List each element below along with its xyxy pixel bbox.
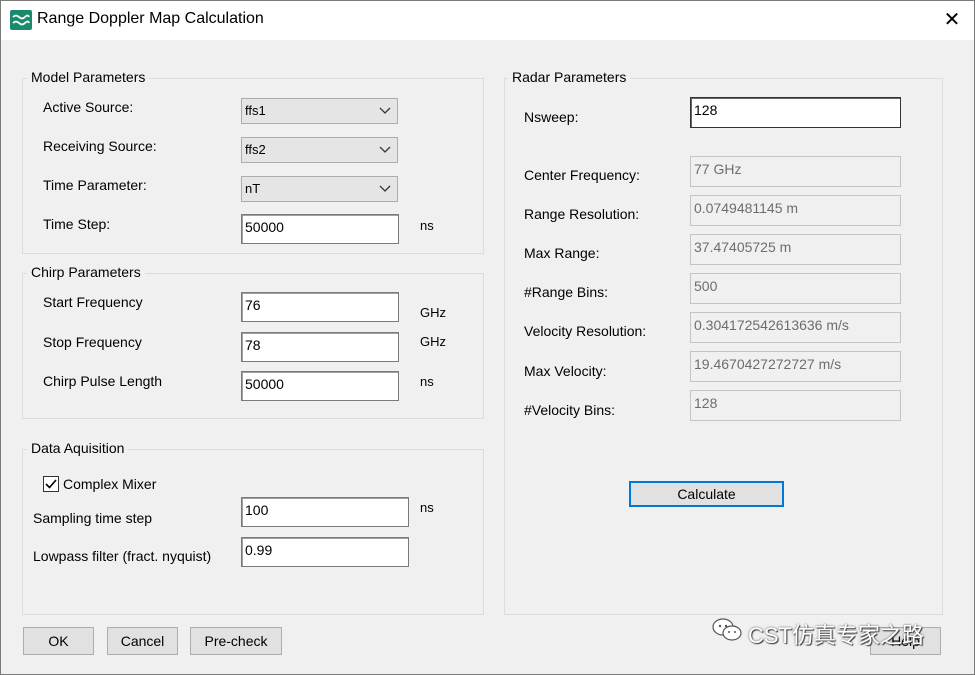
- data-acquisition-group: [22, 449, 484, 615]
- time-parameter-select[interactable]: nT: [241, 176, 398, 202]
- complex-mixer-checkbox[interactable]: [43, 476, 59, 492]
- model-parameters-title: Model Parameters: [27, 69, 150, 85]
- chevron-down-icon: [379, 99, 391, 131]
- chirp-pulse-length-unit: ns: [420, 374, 434, 389]
- max-range-field: 37.47405725 m: [690, 234, 901, 265]
- complex-mixer-label: Complex Mixer: [63, 476, 157, 492]
- max-velocity-field: 19.4670427272727 m/s: [690, 351, 901, 382]
- range-resolution-field: 0.0749481145 m: [690, 195, 901, 226]
- active-source-value: ffs1: [245, 103, 266, 118]
- watermark-text: CST仿真专家之路: [748, 623, 925, 648]
- calculate-button[interactable]: Calculate: [629, 481, 784, 507]
- receiving-source-value: ffs2: [245, 142, 266, 157]
- ok-button[interactable]: OK: [23, 627, 94, 655]
- velocity-resolution-label: Velocity Resolution:: [524, 323, 647, 339]
- range-resolution-label: Range Resolution:: [524, 206, 640, 222]
- time-step-label: Time Step:: [43, 216, 111, 232]
- active-source-label: Active Source:: [43, 99, 134, 115]
- start-frequency-unit: GHz: [420, 305, 446, 320]
- chirp-pulse-length-label: Chirp Pulse Length: [43, 373, 163, 389]
- window-title: Range Doppler Map Calculation: [37, 10, 264, 27]
- center-frequency-field: 77 GHz: [690, 156, 901, 187]
- chirp-parameters-title: Chirp Parameters: [27, 264, 145, 280]
- velocity-bins-label: #Velocity Bins:: [524, 402, 616, 418]
- stop-frequency-unit: GHz: [420, 334, 446, 349]
- chevron-down-icon: [379, 138, 391, 170]
- stop-frequency-input[interactable]: 78: [241, 332, 399, 362]
- wechat-icon: [712, 617, 742, 643]
- sampling-time-step-input[interactable]: 100: [241, 497, 409, 527]
- chevron-down-icon: [379, 177, 391, 209]
- sampling-time-step-unit: ns: [420, 500, 434, 515]
- active-source-select[interactable]: ffs1: [241, 98, 398, 124]
- velocity-resolution-field: 0.304172542613636 m/s: [690, 312, 901, 343]
- start-frequency-label: Start Frequency: [43, 294, 143, 310]
- lowpass-filter-input[interactable]: 0.99: [241, 537, 409, 567]
- receiving-source-select[interactable]: ffs2: [241, 137, 398, 163]
- checkmark-icon: [45, 479, 57, 489]
- nsweep-label: Nsweep:: [524, 109, 579, 125]
- time-parameter-value: nT: [245, 181, 261, 196]
- time-parameter-label: Time Parameter:: [43, 177, 147, 193]
- radar-parameters-title: Radar Parameters: [508, 69, 631, 85]
- range-bins-label: #Range Bins:: [524, 284, 609, 300]
- app-wave-icon: [10, 10, 32, 30]
- time-step-unit: ns: [420, 218, 434, 233]
- start-frequency-input[interactable]: 76: [241, 292, 399, 322]
- time-step-input[interactable]: 50000: [241, 214, 399, 244]
- max-velocity-label: Max Velocity:: [524, 363, 607, 379]
- stop-frequency-label: Stop Frequency: [43, 334, 142, 350]
- cancel-button[interactable]: Cancel: [107, 627, 178, 655]
- data-acquisition-title: Data Aquisition: [27, 440, 129, 456]
- lowpass-filter-label: Lowpass filter (fract. nyquist): [33, 548, 212, 564]
- pre-check-button[interactable]: Pre-check: [190, 627, 282, 655]
- close-icon[interactable]: ✕: [940, 8, 964, 32]
- sampling-time-step-label: Sampling time step: [33, 510, 153, 526]
- range-bins-field: 500: [690, 273, 901, 304]
- chirp-pulse-length-input[interactable]: 50000: [241, 371, 399, 401]
- max-range-label: Max Range:: [524, 245, 600, 261]
- nsweep-input[interactable]: 128: [690, 97, 901, 128]
- velocity-bins-field: 128: [690, 390, 901, 421]
- receiving-source-label: Receiving Source:: [43, 138, 157, 154]
- center-frequency-label: Center Frequency:: [524, 167, 640, 183]
